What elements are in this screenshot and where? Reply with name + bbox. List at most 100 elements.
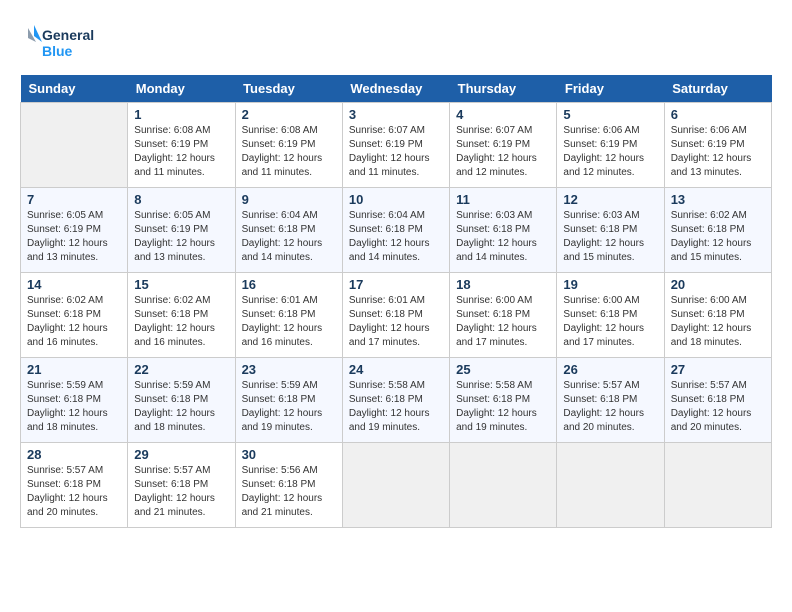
calendar-cell [450, 443, 557, 528]
calendar-cell: 23 Sunrise: 5:59 AM Sunset: 6:18 PM Dayli… [235, 358, 342, 443]
svg-text:General: General [42, 27, 94, 43]
calendar-cell: 1Sunrise: 6:08 AM Sunset: 6:19 PM Daylig… [128, 103, 235, 188]
day-info: Sunrise: 5:59 AM Sunset: 6:18 PM Dayligh… [242, 379, 336, 435]
calendar-cell: 5 Sunrise: 6:06 AM Sunset: 6:19 PM Daylig… [557, 103, 664, 188]
day-number: 15 [134, 277, 228, 292]
calendar-cell: 4 Sunrise: 6:07 AM Sunset: 6:19 PM Daylig… [450, 103, 557, 188]
day-number: 20 [671, 277, 765, 292]
calendar-week-row: 7 Sunrise: 6:05 AM Sunset: 6:19 PM Daylig… [21, 188, 772, 273]
day-info: Sunrise: 6:01 AM Sunset: 6:18 PM Dayligh… [242, 294, 336, 350]
day-info: Sunrise: 5:57 AM Sunset: 6:18 PM Dayligh… [563, 379, 657, 435]
day-info: Sunrise: 6:02 AM Sunset: 6:18 PM Dayligh… [134, 294, 228, 350]
calendar-cell: 25Sunrise: 5:58 AM Sunset: 6:18 PM Dayli… [450, 358, 557, 443]
day-number: 8 [134, 192, 228, 207]
weekday-header: Sunday [21, 75, 128, 103]
calendar-cell: 3Sunrise: 6:07 AM Sunset: 6:19 PM Daylig… [342, 103, 449, 188]
calendar-cell: 2 Sunrise: 6:08 AM Sunset: 6:19 PM Daylig… [235, 103, 342, 188]
calendar-cell: 10 Sunrise: 6:04 AM Sunset: 6:18 PM Dayli… [342, 188, 449, 273]
calendar-cell: 29Sunrise: 5:57 AM Sunset: 6:18 PM Dayli… [128, 443, 235, 528]
calendar-cell: 16 Sunrise: 6:01 AM Sunset: 6:18 PM Dayli… [235, 273, 342, 358]
day-info: Sunrise: 5:57 AM Sunset: 6:18 PM Dayligh… [671, 379, 765, 435]
day-number: 1 [134, 107, 228, 122]
weekday-header: Thursday [450, 75, 557, 103]
calendar-cell: 20 Sunrise: 6:00 AM Sunset: 6:18 PM Dayli… [664, 273, 771, 358]
calendar-week-row: 28Sunrise: 5:57 AM Sunset: 6:18 PM Dayli… [21, 443, 772, 528]
weekday-header: Friday [557, 75, 664, 103]
day-info: Sunrise: 6:00 AM Sunset: 6:18 PM Dayligh… [456, 294, 550, 350]
day-info: Sunrise: 5:56 AM Sunset: 6:18 PM Dayligh… [242, 464, 336, 520]
day-number: 18 [456, 277, 550, 292]
day-number: 7 [27, 192, 121, 207]
calendar-week-row: 1 Sunrise: 6:08 AM Sunset: 6:19 PM Daylig… [21, 103, 772, 188]
day-number: 13 [671, 192, 765, 207]
day-number: 27 [671, 362, 765, 377]
calendar-cell: 11 Sunrise: 6:03 AM Sunset: 6:18 PM Dayli… [450, 188, 557, 273]
calendar-cell [557, 443, 664, 528]
calendar-cell: 15 Sunrise: 6:02 AM Sunset: 6:18 PM Dayli… [128, 273, 235, 358]
day-info: Sunrise: 5:58 AM Sunset: 6:18 PM Dayligh… [349, 379, 443, 435]
day-number: 11 [456, 192, 550, 207]
day-number: 26 [563, 362, 657, 377]
day-info: Sunrise: 6:04 AM Sunset: 6:18 PM Dayligh… [242, 209, 336, 265]
day-number: 6 [671, 107, 765, 122]
day-number: 24 [349, 362, 443, 377]
day-info: Sunrise: 6:00 AM Sunset: 6:18 PM Dayligh… [671, 294, 765, 350]
day-number: 16 [242, 277, 336, 292]
day-info: Sunrise: 6:01 AM Sunset: 6:18 PM Dayligh… [349, 294, 443, 350]
calendar-cell: 26 Sunrise: 5:57 AM Sunset: 6:18 PM Dayli… [557, 358, 664, 443]
day-number: 22 [134, 362, 228, 377]
calendar-cell: 19 Sunrise: 6:00 AM Sunset: 6:18 PM Dayli… [557, 273, 664, 358]
weekday-header: Monday [128, 75, 235, 103]
calendar-cell: 22 Sunrise: 5:59 AM Sunset: 6:18 PM Dayli… [128, 358, 235, 443]
day-number: 9 [242, 192, 336, 207]
day-info: Sunrise: 6:07 AM Sunset: 6:19 PM Dayligh… [349, 124, 443, 180]
calendar-week-row: 14 Sunrise: 6:02 AM Sunset: 6:18 PM Dayli… [21, 273, 772, 358]
day-info: Sunrise: 5:59 AM Sunset: 6:18 PM Dayligh… [134, 379, 228, 435]
day-number: 14 [27, 277, 121, 292]
day-info: Sunrise: 6:00 AM Sunset: 6:18 PM Dayligh… [563, 294, 657, 350]
weekday-header: Saturday [664, 75, 771, 103]
calendar-cell [342, 443, 449, 528]
day-number: 2 [242, 107, 336, 122]
day-info: Sunrise: 5:57 AM Sunset: 6:18 PM Dayligh… [27, 464, 121, 520]
header-row: SundayMondayTuesdayWednesdayThursdayFrid… [21, 75, 772, 103]
calendar-cell: 13 Sunrise: 6:02 AM Sunset: 6:18 PM Dayli… [664, 188, 771, 273]
day-info: Sunrise: 6:03 AM Sunset: 6:18 PM Dayligh… [456, 209, 550, 265]
day-info: Sunrise: 6:03 AM Sunset: 6:18 PM Dayligh… [563, 209, 657, 265]
calendar-week-row: 21 Sunrise: 5:59 AM Sunset: 6:18 PM Dayli… [21, 358, 772, 443]
day-info: Sunrise: 6:07 AM Sunset: 6:19 PM Dayligh… [456, 124, 550, 180]
logo: General Blue [20, 20, 100, 65]
day-number: 12 [563, 192, 657, 207]
calendar-cell: 30 Sunrise: 5:56 AM Sunset: 6:18 PM Dayli… [235, 443, 342, 528]
calendar-cell: 7 Sunrise: 6:05 AM Sunset: 6:19 PM Daylig… [21, 188, 128, 273]
calendar-cell [21, 103, 128, 188]
day-info: Sunrise: 5:57 AM Sunset: 6:18 PM Dayligh… [134, 464, 228, 520]
svg-text:Blue: Blue [42, 43, 73, 59]
weekday-header: Tuesday [235, 75, 342, 103]
day-number: 10 [349, 192, 443, 207]
day-info: Sunrise: 5:58 AM Sunset: 6:18 PM Dayligh… [456, 379, 550, 435]
calendar-cell: 12 Sunrise: 6:03 AM Sunset: 6:18 PM Dayli… [557, 188, 664, 273]
day-info: Sunrise: 6:05 AM Sunset: 6:19 PM Dayligh… [134, 209, 228, 265]
calendar-cell: 8 Sunrise: 6:05 AM Sunset: 6:19 PM Daylig… [128, 188, 235, 273]
page-header: General Blue [20, 20, 772, 65]
day-info: Sunrise: 6:02 AM Sunset: 6:18 PM Dayligh… [27, 294, 121, 350]
day-number: 21 [27, 362, 121, 377]
day-info: Sunrise: 6:05 AM Sunset: 6:19 PM Dayligh… [27, 209, 121, 265]
day-info: Sunrise: 6:02 AM Sunset: 6:18 PM Dayligh… [671, 209, 765, 265]
day-number: 5 [563, 107, 657, 122]
day-number: 19 [563, 277, 657, 292]
calendar-cell: 9 Sunrise: 6:04 AM Sunset: 6:18 PM Daylig… [235, 188, 342, 273]
day-number: 4 [456, 107, 550, 122]
calendar-cell: 21Sunrise: 5:59 AM Sunset: 6:18 PM Dayli… [21, 358, 128, 443]
calendar-table: SundayMondayTuesdayWednesdayThursdayFrid… [20, 75, 772, 528]
day-number: 23 [242, 362, 336, 377]
day-info: Sunrise: 6:08 AM Sunset: 6:19 PM Dayligh… [242, 124, 336, 180]
day-info: Sunrise: 6:06 AM Sunset: 6:19 PM Dayligh… [671, 124, 765, 180]
weekday-header: Wednesday [342, 75, 449, 103]
calendar-cell: 17Sunrise: 6:01 AM Sunset: 6:18 PM Dayli… [342, 273, 449, 358]
day-info: Sunrise: 6:06 AM Sunset: 6:19 PM Dayligh… [563, 124, 657, 180]
day-info: Sunrise: 6:04 AM Sunset: 6:18 PM Dayligh… [349, 209, 443, 265]
calendar-cell: 24 Sunrise: 5:58 AM Sunset: 6:18 PM Dayli… [342, 358, 449, 443]
day-number: 30 [242, 447, 336, 462]
